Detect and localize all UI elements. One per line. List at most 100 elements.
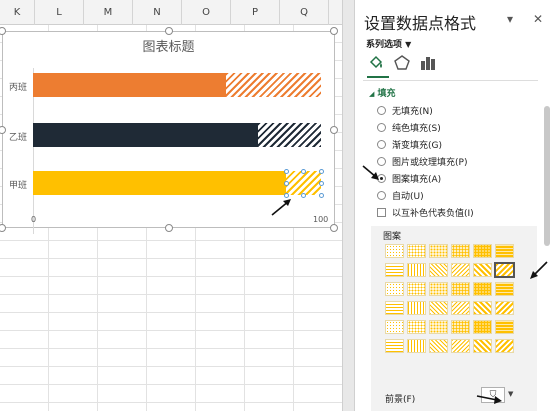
pattern-swatch[interactable] <box>429 320 448 334</box>
pattern-swatch[interactable] <box>385 244 404 258</box>
pattern-swatch[interactable] <box>495 301 514 315</box>
pattern-swatch[interactable] <box>473 263 492 277</box>
column-header-filler <box>329 0 342 25</box>
column-header-l[interactable]: L <box>35 0 84 25</box>
pattern-swatch[interactable] <box>495 244 514 258</box>
close-icon[interactable]: ✕ <box>533 12 543 26</box>
pattern-swatch[interactable] <box>429 339 448 353</box>
data-point-selection-handle[interactable] <box>318 192 324 198</box>
pattern-swatch[interactable] <box>495 339 514 353</box>
fill-option-radio[interactable]: 纯色填充(S) <box>377 121 441 134</box>
pattern-swatch[interactable] <box>451 301 470 315</box>
pattern-swatch[interactable] <box>407 339 426 353</box>
pane-splitter[interactable] <box>342 0 354 411</box>
pattern-swatch[interactable] <box>473 282 492 296</box>
pattern-swatch[interactable] <box>385 320 404 334</box>
column-header-o[interactable]: O <box>182 0 231 25</box>
chart-resize-handle[interactable] <box>330 27 338 35</box>
checkbox-box[interactable] <box>377 208 386 217</box>
bar-pattern[interactable] <box>257 123 321 147</box>
column-header-n[interactable]: N <box>133 0 182 25</box>
bar-solid[interactable] <box>33 171 287 195</box>
chart-resize-handle[interactable] <box>165 224 173 232</box>
pane-menu-chevron-icon[interactable]: ▾ <box>507 12 513 26</box>
data-point-selection-handle[interactable] <box>283 180 289 186</box>
fill-option-radio[interactable]: 渐变填充(G) <box>377 138 442 151</box>
data-point-selection-handle[interactable] <box>301 168 307 174</box>
pattern-swatch[interactable] <box>385 339 404 353</box>
radio-button[interactable] <box>377 140 386 149</box>
pattern-swatch[interactable] <box>495 282 514 296</box>
pattern-swatch[interactable] <box>451 244 470 258</box>
data-point-selection-handle[interactable] <box>283 168 289 174</box>
series-options-label: 系列选项 <box>366 40 403 50</box>
fill-option-radio[interactable]: 图案填充(A) <box>377 172 441 185</box>
pattern-swatch[interactable] <box>429 301 448 315</box>
chart-resize-handle[interactable] <box>330 126 338 134</box>
column-header-p[interactable]: P <box>231 0 280 25</box>
pattern-swatch[interactable] <box>429 282 448 296</box>
radio-button[interactable] <box>377 123 386 132</box>
pattern-swatch[interactable] <box>407 320 426 334</box>
column-header-m[interactable]: M <box>84 0 133 25</box>
bar-solid[interactable] <box>33 73 226 97</box>
pattern-swatch[interactable] <box>473 244 492 258</box>
chart-resize-handle[interactable] <box>0 27 6 35</box>
pattern-swatch[interactable] <box>407 244 426 258</box>
pattern-swatch[interactable] <box>407 282 426 296</box>
chart-title[interactable]: 图表标题 <box>3 36 334 55</box>
fill-option-radio[interactable]: 自动(U) <box>377 189 424 202</box>
pattern-swatch[interactable] <box>495 320 514 334</box>
pattern-swatch[interactable] <box>407 301 426 315</box>
pattern-swatch[interactable] <box>407 263 426 277</box>
data-point-selection-handle[interactable] <box>301 192 307 198</box>
fill-option-radio[interactable]: 图片或纹理填充(P) <box>377 155 467 168</box>
data-point-selection-handle[interactable] <box>283 192 289 198</box>
series-options-dropdown[interactable]: 系列选项 ▼ <box>366 37 411 50</box>
chart-resize-handle[interactable] <box>0 126 6 134</box>
pattern-swatch[interactable] <box>473 320 492 334</box>
pattern-swatch[interactable] <box>385 263 404 277</box>
pattern-swatch[interactable] <box>429 263 448 277</box>
collapse-triangle-icon: ◢ <box>369 90 375 98</box>
pattern-swatch[interactable] <box>473 301 492 315</box>
category-label: 乙班 <box>9 133 28 143</box>
pattern-swatch[interactable] <box>429 244 448 258</box>
pattern-swatch[interactable] <box>451 263 470 277</box>
invert-if-negative-checkbox[interactable]: 以互补色代表负值(I) <box>377 206 474 219</box>
pattern-swatch[interactable] <box>473 339 492 353</box>
axis-tick-label: 100 <box>313 215 329 224</box>
pattern-swatch[interactable] <box>451 282 470 296</box>
worksheet[interactable]: KLMNOPQ 图表标题 丙班 乙班 甲班 0 100 <box>0 0 342 411</box>
foreground-dropdown-chevron-icon[interactable]: ▼ <box>508 390 513 398</box>
chart-resize-handle[interactable] <box>165 27 173 35</box>
fill-line-icon[interactable] <box>367 54 385 72</box>
pattern-swatch[interactable] <box>494 262 515 278</box>
fill-section-header[interactable]: ◢ 填充 <box>369 86 396 99</box>
category-label: 甲班 <box>9 181 28 191</box>
bar-solid[interactable] <box>33 123 258 147</box>
column-header-k[interactable]: K <box>0 0 35 25</box>
effects-icon[interactable] <box>393 54 411 72</box>
radio-button[interactable] <box>377 106 386 115</box>
active-tab-indicator <box>367 76 389 78</box>
data-point-selection-handle[interactable] <box>318 168 324 174</box>
bar-chart[interactable]: 图表标题 丙班 乙班 甲班 0 100 <box>0 27 338 234</box>
radio-button[interactable] <box>377 191 386 200</box>
annotation-arrow-icon <box>476 395 502 404</box>
pattern-swatch[interactable] <box>385 301 404 315</box>
chart-resize-handle[interactable] <box>330 224 338 232</box>
column-header-q[interactable]: Q <box>280 0 329 25</box>
bar-pattern[interactable] <box>286 171 321 195</box>
pattern-gallery <box>385 244 515 353</box>
scrollbar-thumb[interactable] <box>544 106 550 246</box>
pattern-swatch[interactable] <box>451 320 470 334</box>
bar-pattern[interactable] <box>225 73 321 97</box>
pattern-swatch[interactable] <box>451 339 470 353</box>
fill-section-label: 填充 <box>377 89 396 99</box>
fill-option-radio[interactable]: 无填充(N) <box>377 104 433 117</box>
pane-scrollbar[interactable] <box>544 96 550 386</box>
data-point-selection-handle[interactable] <box>318 180 324 186</box>
series-options-icon[interactable] <box>419 54 437 72</box>
pattern-swatch[interactable] <box>385 282 404 296</box>
